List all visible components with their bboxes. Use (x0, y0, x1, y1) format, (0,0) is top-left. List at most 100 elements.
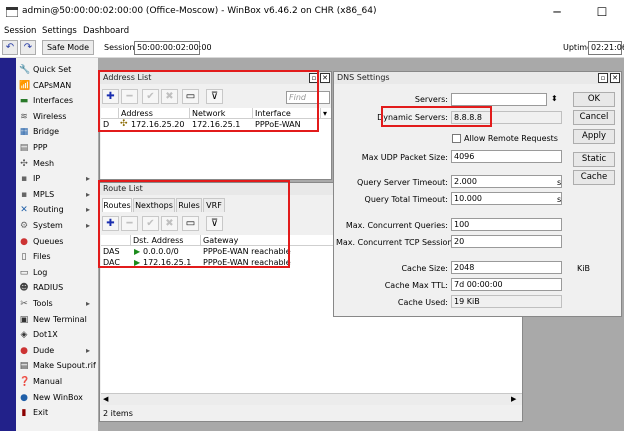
filter-icon[interactable]: ⊽ (206, 216, 223, 231)
sidebar-item-interfaces[interactable]: ▬ Interfaces (16, 93, 98, 109)
sidebar-item-tools[interactable]: ✂ Tools ▸ (16, 296, 98, 312)
ok-button[interactable]: OK (573, 92, 615, 107)
apply-button[interactable]: Apply (573, 129, 615, 144)
sidebar-item-mesh[interactable]: ✣ Mesh (16, 156, 98, 172)
sidebar-item-label: New Terminal (33, 314, 87, 324)
sidebar-item-files[interactable]: ▯ Files (16, 249, 98, 265)
close-icon[interactable]: ✕ (320, 73, 330, 83)
sidebar-item-ip[interactable]: ▪ IP ▸ (16, 171, 98, 187)
log-icon: ▭ (19, 267, 29, 278)
redo-button[interactable]: ↷ (20, 40, 36, 55)
maximize-icon[interactable]: ▫ (598, 73, 608, 83)
add-icon[interactable]: ✚ (102, 216, 119, 231)
cache-max-ttl-input[interactable]: 7d 00:00:00 (451, 278, 562, 291)
sidebar-item-ppp[interactable]: ▤ PPP (16, 140, 98, 156)
maximize-icon[interactable]: ☐ (594, 4, 610, 20)
sidebar-item-label: CAPsMAN (33, 80, 72, 90)
remove-icon[interactable]: ━ (121, 216, 138, 231)
column-menu-icon[interactable]: ▾ (321, 108, 331, 119)
sidebar-item-dot1x[interactable]: ◈ Dot1X (16, 327, 98, 343)
sidebar-item-routing[interactable]: ✕ Routing ▸ (16, 202, 98, 218)
column-header-address[interactable]: Address (119, 108, 190, 119)
comment-icon[interactable]: ▭ (182, 216, 199, 231)
table-row[interactable]: D ✣ 172.16.25.20 172.16.25.1 PPPoE-WAN (101, 119, 331, 130)
sidebar-item-label: Make Supout.rif (33, 361, 96, 371)
tab-routes[interactable]: Routes (102, 198, 132, 212)
undo-button[interactable]: ↶ (2, 40, 18, 55)
sidebar-item-label: Log (33, 267, 48, 277)
winbox-vertical-banner (0, 58, 16, 431)
servers-label: Servers: (414, 95, 448, 104)
enable-icon[interactable]: ✔ (142, 89, 159, 104)
add-icon[interactable]: ✚ (102, 89, 119, 104)
sidebar-item-label: Routing (33, 205, 64, 215)
maximize-icon[interactable]: ▫ (309, 73, 319, 83)
enable-icon[interactable]: ✔ (142, 216, 159, 231)
sidebar-item-exit[interactable]: ▮ Exit (16, 405, 98, 421)
disable-icon[interactable]: ✖ (161, 89, 178, 104)
max-tcp-sessions-input[interactable]: 20 (451, 235, 562, 248)
sidebar-item-queues[interactable]: ● Queues (16, 234, 98, 250)
close-icon[interactable]: ✕ (610, 73, 620, 83)
table-header[interactable] (101, 108, 119, 119)
comment-icon[interactable]: ▭ (182, 89, 199, 104)
sidebar-item-radius[interactable]: ☻ RADIUS (16, 280, 98, 296)
disable-icon[interactable]: ✖ (161, 216, 178, 231)
horizontal-scrollbar[interactable]: ◀ ▶ (101, 393, 522, 405)
cache-size-input[interactable]: 2048 (451, 261, 562, 274)
table-header[interactable] (101, 235, 131, 246)
address-list-title: Address List (100, 72, 331, 84)
sidebar-item-label: Exit (33, 408, 49, 418)
menu-session[interactable]: Session (4, 26, 36, 36)
row-dst-address: 0.0.0.0/0 (143, 247, 179, 256)
column-header-network[interactable]: Network (190, 108, 253, 119)
filter-icon[interactable]: ⊽ (206, 89, 223, 104)
query-server-timeout-input[interactable]: 2.000 (451, 175, 562, 188)
sidebar-item-new-winbox[interactable]: ● New WinBox (16, 390, 98, 406)
minimize-icon[interactable]: ─ (549, 4, 565, 20)
sidebar-item-mpls[interactable]: ▪ MPLS ▸ (16, 187, 98, 203)
sidebar-item-dude[interactable]: ● Dude ▸ (16, 343, 98, 359)
wireless-icon: ≋ (20, 111, 28, 122)
find-input[interactable]: Find (286, 91, 330, 104)
session-field[interactable]: 50:00:00:02:00:00 (134, 41, 212, 55)
menu-dashboard[interactable]: Dashboard (83, 26, 129, 36)
sidebar-item-quick-set[interactable]: 🔧 Quick Set (16, 62, 98, 78)
row-gateway: PPPoE-WAN reachable (203, 247, 291, 256)
sidebar-item-new-terminal[interactable]: ▣ New Terminal (16, 312, 98, 328)
route-icon: ▶ (134, 258, 141, 267)
servers-input[interactable] (451, 93, 547, 106)
cancel-button[interactable]: Cancel (573, 110, 615, 125)
sidebar-item-bridge[interactable]: ▦ Bridge (16, 124, 98, 140)
sidebar-item-manual[interactable]: ❓ Manual (16, 374, 98, 390)
expand-icon[interactable]: ⬍ (551, 94, 558, 103)
status-count: 2 items (103, 409, 133, 418)
cache-used-field: 19 KiB (451, 295, 562, 308)
sidebar-item-log[interactable]: ▭ Log (16, 265, 98, 281)
main-toolbar: ↶ ↷ Safe Mode Session: 50:00:00:02:00:00… (0, 38, 624, 58)
supout-icon: ▤ (19, 361, 29, 372)
sidebar-item-make-supout-rif[interactable]: ▤ Make Supout.rif (16, 358, 98, 374)
tab-nexthops[interactable]: Nexthops (133, 198, 175, 212)
menu-settings[interactable]: Settings (42, 26, 77, 36)
remove-icon[interactable]: ━ (121, 89, 138, 104)
sidebar-item-system[interactable]: ⚙ System ▸ (16, 218, 98, 234)
column-header-dst-address[interactable]: Dst. Address (131, 235, 201, 246)
tab-vrf[interactable]: VRF (203, 198, 225, 212)
cache-button[interactable]: Cache (573, 170, 615, 185)
max-concurrent-queries-input[interactable]: 100 (451, 218, 562, 231)
allow-remote-checkbox[interactable] (452, 134, 461, 143)
udp-size-input[interactable]: 4096 (451, 150, 562, 163)
cache-size-unit: KiB (577, 264, 590, 273)
column-header-interface[interactable]: Interface (253, 108, 321, 119)
quick-set-icon: 🔧 (19, 65, 31, 75)
sidebar-item-wireless[interactable]: ≋ Wireless (16, 109, 98, 125)
safe-mode-button[interactable]: Safe Mode (42, 40, 94, 55)
allow-remote-label: Allow Remote Requests (464, 134, 558, 143)
scroll-right-icon[interactable]: ▶ (511, 395, 516, 403)
scroll-left-icon[interactable]: ◀ (103, 395, 108, 403)
static-button[interactable]: Static (573, 152, 615, 167)
query-total-timeout-input[interactable]: 10.000 (451, 192, 562, 205)
sidebar-item-capsman[interactable]: 📶 CAPsMAN (16, 78, 98, 94)
tab-rules[interactable]: Rules (176, 198, 202, 212)
